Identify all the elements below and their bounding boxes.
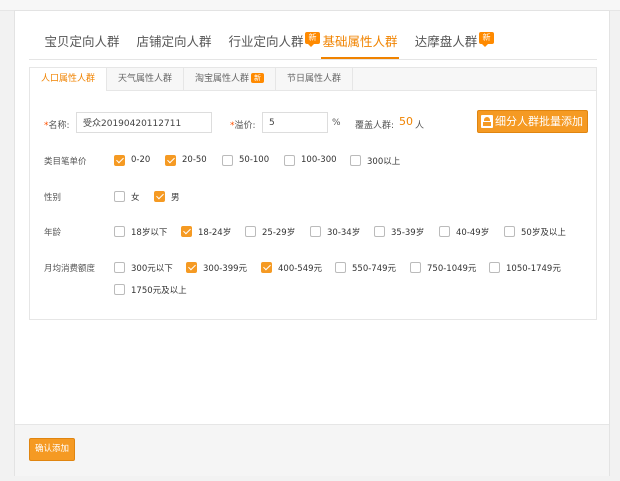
age-option-label: 40-49岁 [456,228,490,238]
subtab-label: 节日属性人群 [286,74,341,84]
new-badge: 新 [251,73,264,83]
row-label-gender: 性别 [44,193,62,203]
tab-item-crowd[interactable]: 宝贝定向人群 [43,25,121,59]
tab-label: 达摩盘人群 [414,34,478,49]
age-option-label: 25-29岁 [262,228,296,238]
row-label-price: 类目笔单价 [44,157,87,167]
age-checkbox[interactable] [181,226,192,237]
spending-option-label: 400-549元 [278,264,323,274]
age-checkbox[interactable] [114,226,125,237]
spending-checkbox[interactable] [186,262,197,273]
tab-label: 行业定向人群 [228,34,304,49]
spending-option-label: 300元以下 [131,264,173,274]
row-label-spending: 月均消费额度 [44,264,96,274]
name-label-text: 名称: [48,121,70,131]
age-option-label: 50岁及以上 [521,228,566,238]
premium-label: *溢价: [230,118,256,131]
subtab-taobao[interactable]: 淘宝属性人群新 [184,68,276,90]
subtab-weather[interactable]: 天气属性人群 [107,68,184,90]
confirm-add-button[interactable]: 确认添加 [29,438,75,461]
spending-checkbox[interactable] [489,262,500,273]
crowd-icon [481,115,493,128]
age-checkbox[interactable] [439,226,450,237]
new-badge: 新 [305,32,320,47]
tab-dmp-crowd[interactable]: 达摩盘人群 [413,25,479,59]
spending-checkbox[interactable] [410,262,421,273]
coverage-value: 50 [399,115,413,128]
price-option-label: 0-20 [131,155,151,165]
age-option-label: 35-39岁 [391,228,425,238]
spending-checkbox[interactable] [114,262,125,273]
spending-option-label: 1750元及以上 [131,286,187,296]
premium-label-text: 溢价: [234,121,256,131]
main-tabs: 宝贝定向人群 店铺定向人群 行业定向人群 新 基础属性人群 达摩盘人群 新 [29,25,597,60]
age-checkbox[interactable] [504,226,515,237]
row-label-age: 年龄 [44,228,62,238]
price-option-label: 300以上 [367,157,401,167]
price-checkbox[interactable] [222,155,233,166]
spending-option-label: 550-749元 [352,264,397,274]
price-option-label: 20-50 [182,155,207,165]
age-checkbox[interactable] [245,226,256,237]
tab-label: 宝贝定向人群 [44,34,120,49]
gender-option-label: 男 [171,193,180,203]
crowd-panel: 宝贝定向人群 店铺定向人群 行业定向人群 新 基础属性人群 达摩盘人群 新 人口… [14,10,610,476]
attribute-subpanel: 人口属性人群 天气属性人群 淘宝属性人群新 节日属性人群 *名称: *溢价: %… [29,67,597,320]
coverage-unit: 人 [415,121,425,131]
price-checkbox[interactable] [284,155,295,166]
tab-basic-attr-crowd[interactable]: 基础属性人群 [321,25,399,59]
new-badge: 新 [479,32,494,47]
price-option-label: 100-300 [301,155,337,165]
footer-bar: 确认添加 [15,424,609,476]
tab-label: 基础属性人群 [322,34,398,49]
gender-checkbox[interactable] [154,191,165,202]
age-checkbox[interactable] [310,226,321,237]
premium-unit: % [332,118,341,128]
age-option-label: 18岁以下 [131,228,168,238]
price-checkbox[interactable] [350,155,361,166]
gender-checkbox[interactable] [114,191,125,202]
subtab-label: 人口属性人群 [40,74,95,84]
app-root: 宝贝定向人群 店铺定向人群 行业定向人群 新 基础属性人群 达摩盘人群 新 人口… [0,0,620,481]
spending-checkbox[interactable] [114,284,125,295]
price-checkbox[interactable] [165,155,176,166]
batch-add-label: 细分人群批量添加 [495,115,583,128]
spending-checkbox[interactable] [261,262,272,273]
subtab-label: 淘宝属性人群 [194,74,249,84]
gender-option-label: 女 [131,193,140,203]
age-option-label: 30-34岁 [327,228,361,238]
price-checkbox[interactable] [114,155,125,166]
name-label: *名称: [44,118,70,131]
spending-option-label: 750-1049元 [427,264,477,274]
tab-industry-crowd[interactable]: 行业定向人群 [227,25,305,59]
tab-label: 店铺定向人群 [136,34,212,49]
subtab-festival[interactable]: 节日属性人群 [276,68,353,90]
name-input[interactable] [76,112,212,133]
spending-option-label: 1050-1749元 [506,264,561,274]
spending-checkbox[interactable] [335,262,346,273]
spending-option-label: 300-399元 [203,264,248,274]
price-option-label: 50-100 [239,155,270,165]
sub-tabs: 人口属性人群 天气属性人群 淘宝属性人群新 节日属性人群 [30,68,596,91]
subtab-population[interactable]: 人口属性人群 [30,68,107,91]
subtab-label: 天气属性人群 [117,74,172,84]
batch-add-button[interactable]: 细分人群批量添加 [477,110,588,133]
coverage-label: 覆盖人群: [355,121,395,131]
tab-shop-crowd[interactable]: 店铺定向人群 [135,25,213,59]
age-checkbox[interactable] [374,226,385,237]
premium-input[interactable] [262,112,328,133]
age-option-label: 18-24岁 [198,228,232,238]
